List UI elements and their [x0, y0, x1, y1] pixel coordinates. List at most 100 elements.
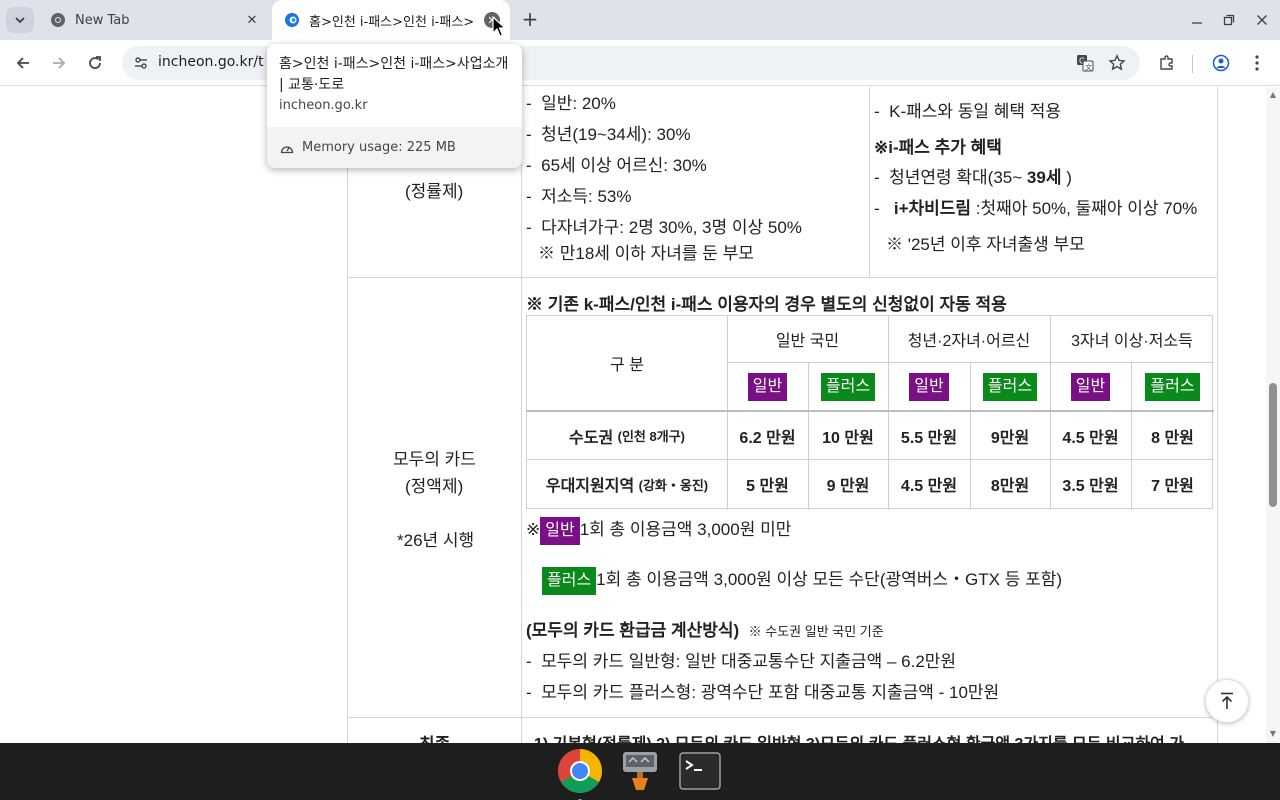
new-tab-button[interactable]: + — [520, 9, 540, 30]
puzzle-icon — [1160, 55, 1173, 70]
table-cell: 4.5 만원 — [1062, 429, 1119, 447]
scroll-thumb[interactable] — [1269, 383, 1277, 507]
memory-usage-row: Memory usage: 225 MB — [267, 127, 522, 168]
table-border — [521, 87, 522, 743]
vertical-scrollbar[interactable]: ▲ ▼ — [1266, 87, 1280, 743]
benefit-heading: ※i-패스 추가 혜택 — [874, 138, 1002, 157]
benefit-item: - 청년(19~34세): 30% — [526, 125, 691, 144]
table-group-header: 3자녀 이상·저소득 — [1071, 333, 1193, 350]
benefit-item: - K-패스와 동일 혜택 적용 — [874, 102, 1062, 121]
benefit-item: - 청년연령 확대(35~ 39세 ) — [874, 168, 1072, 187]
kebab-menu-icon — [1255, 55, 1259, 71]
table-cell: 5.5 만원 — [900, 429, 958, 447]
table-group-header: 청년·2자녀·어르신 — [907, 333, 1031, 350]
table-cell: 8만원 — [990, 478, 1030, 495]
chrome-taskbar-icon[interactable] — [556, 747, 604, 800]
table-border — [347, 277, 1218, 278]
table-cell: 4.5 만원 — [900, 478, 958, 495]
translate-icon[interactable]: G文 — [1076, 54, 1094, 72]
window-close-icon[interactable] — [1250, 8, 1274, 32]
back-button[interactable] — [11, 51, 35, 75]
hover-card-title: 홈>인천 i-패스>인천 i-패스>사업소개 | 교통·도로 — [279, 56, 509, 93]
table-border — [347, 87, 348, 743]
scroll-to-top-button[interactable] — [1205, 679, 1249, 723]
forward-button[interactable] — [47, 51, 71, 75]
badge-plus: 플러스 — [820, 372, 876, 401]
tab-strip: New Tab ✕ 홈>인천 i-패스>인천 i-패스> ✕ + — [0, 0, 1280, 40]
account-icon — [1212, 54, 1230, 72]
tab-search-button[interactable] — [6, 7, 34, 33]
badge-general: 일반 — [1070, 372, 1111, 401]
minimize-icon[interactable] — [1185, 8, 1209, 32]
extensions-button[interactable] — [1155, 51, 1179, 75]
menu-button[interactable] — [1245, 51, 1269, 75]
tab-incheon[interactable]: 홈>인천 i-패스>인천 i-패스> ✕ — [272, 0, 510, 40]
scroll-up-icon[interactable]: ▲ — [1268, 90, 1278, 100]
calc-line: - 모두의 카드 일반형: 일반 대중교통수단 지출금액 – 6.2만원 — [526, 652, 957, 671]
site-info-icon[interactable] — [132, 54, 150, 72]
page-content: (정률제) - 일반: 20% - 청년(19~34세): 30% - 65세 … — [0, 87, 1266, 743]
table-cell: 7 만원 — [1151, 478, 1194, 495]
card-start: *26년 시행 — [397, 531, 475, 550]
table-border — [347, 717, 1218, 718]
table-header-label: 구 분 — [610, 357, 644, 374]
benefit-note: ※ 만18세 이하 자녀를 둔 부모 — [538, 244, 754, 263]
card-name: 모두의 카드 — [393, 450, 476, 469]
benefit-item: - 다자녀가구: 2명 30%, 3명 이상 50% — [526, 218, 802, 237]
url-text: incheon.go.kr/t — [158, 54, 264, 70]
close-icon[interactable]: ✕ — [244, 12, 260, 28]
arrow-up-to-line-icon — [1221, 692, 1233, 709]
hover-card-domain: incheon.go.kr — [279, 98, 368, 113]
badge-general: 일반 — [909, 372, 949, 401]
tab-new-tab[interactable]: New Tab ✕ — [38, 0, 270, 40]
taskbar — [0, 743, 1280, 800]
final-text: 1) 기본형(정률제) 2) 모두의 카드 일반형 3)모두의 카드 플러스형 … — [534, 730, 1184, 743]
toolbar-divider — [1192, 55, 1193, 73]
bookmark-star-icon[interactable] — [1108, 54, 1126, 72]
profile-button[interactable] — [1209, 51, 1233, 75]
reload-icon — [89, 56, 101, 69]
benefit-item: - 65세 이상 어르신: 30% — [526, 156, 707, 175]
chrome-icon — [51, 13, 65, 27]
badge-plus: 플러스 — [982, 372, 1038, 401]
calc-title: (모두의 카드 환급금 계산방식) ※ 수도권 일반 국민 기준 — [526, 621, 884, 640]
table-row-label: 우대지원지역 (강화・옹진) — [545, 477, 709, 496]
benefit-item: - 저소득: 53% — [526, 187, 632, 206]
benefit-item: - 일반: 20% — [526, 94, 616, 113]
tab-title: New Tab — [75, 12, 130, 28]
note-plus: 플러스 1회 총 이용금액 3,000원 이상 모든 수단(광역버스・GTX 등 … — [542, 565, 1062, 595]
mouse-cursor-icon — [492, 16, 506, 37]
table-group-header: 일반 국민 — [775, 333, 840, 350]
badge-plus: 플러스 — [1145, 372, 1200, 401]
svg-text:文: 文 — [1085, 63, 1092, 72]
table-cell: 3.5 만원 — [1062, 478, 1119, 495]
tab-title: 홈>인천 i-패스>인천 i-패스> — [309, 14, 475, 30]
benefit-note: ※ '25년 이후 자녀출생 부모 — [886, 235, 1085, 254]
table-border — [1217, 87, 1218, 743]
reload-button[interactable] — [83, 51, 107, 75]
table-row-label: 수도권 (인천 8개구) — [569, 429, 685, 447]
table-cell: 10 만원 — [822, 429, 874, 447]
table-cell: 6.2 만원 — [739, 429, 796, 447]
table-cell: 5 만원 — [746, 478, 789, 495]
restore-icon[interactable] — [1217, 8, 1241, 32]
auto-apply-note: ※ 기존 k-패스/인천 i-패스 이용자의 경우 별도의 신청없이 자동 적용 — [526, 295, 1007, 314]
incheon-logo-icon — [285, 13, 299, 27]
badge-general: 일반 — [747, 372, 788, 401]
card-refund-table: 구 분 일반 국민 청년·2자녀·어르신 3자녀 이상·저소득 일반 플러스 일… — [526, 315, 1214, 510]
arrow-right-icon — [53, 57, 66, 69]
card-type: (정액제) — [405, 477, 464, 496]
tab-hover-card: 홈>인천 i-패스>인천 i-패스>사업소개 | 교통·도로 incheon.g… — [267, 44, 522, 168]
benefit-item: - i+차비드림 :첫째아 50%, 둘째아 이상 70% — [874, 199, 1198, 218]
table-cell: 9만원 — [990, 429, 1030, 447]
arrow-left-icon — [16, 57, 29, 69]
table-cell: 9 만원 — [826, 478, 870, 495]
system-tool-taskbar-icon[interactable] — [616, 747, 664, 795]
final-label: 최종 — [419, 730, 450, 743]
scroll-down-icon[interactable]: ▼ — [1268, 729, 1278, 739]
toolbar: incheon.go.kr/t G文 — [0, 40, 1280, 86]
note-general: ※ 일반 1회 총 이용금액 3,000원 미만 — [526, 515, 791, 545]
terminal-taskbar-icon[interactable] — [676, 747, 724, 795]
chevron-down-icon — [15, 17, 25, 24]
rate-type-label: (정률제) — [405, 182, 464, 201]
